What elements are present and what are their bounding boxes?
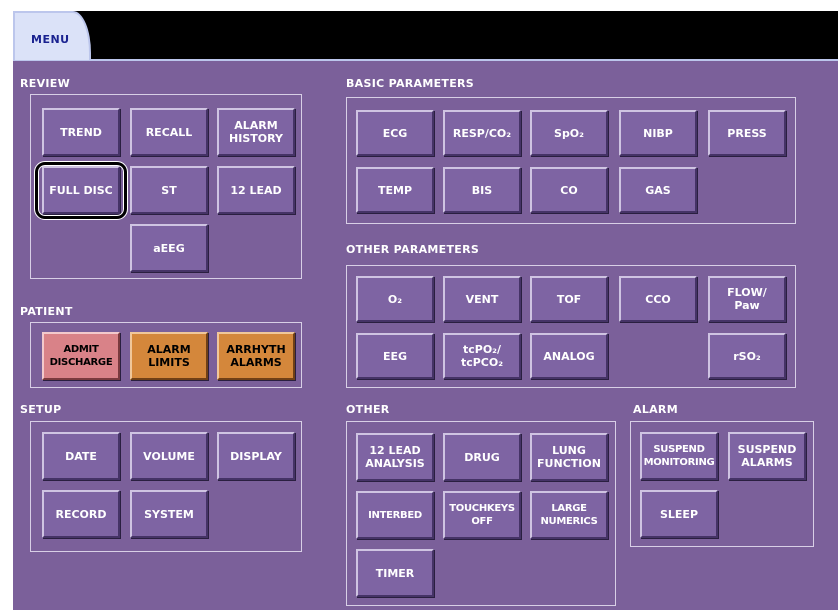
record-button[interactable]: RECORD	[42, 490, 120, 538]
bis-button[interactable]: BIS	[443, 167, 521, 213]
eeg-button[interactable]: EEG	[356, 333, 434, 379]
tcpo2-tcpco2-button[interactable]: tcPO₂/ tcPCO₂	[443, 333, 521, 379]
interbed-button[interactable]: INTERBED	[356, 491, 434, 539]
review-section-title: REVIEW	[20, 77, 71, 90]
cco-button[interactable]: CCO	[619, 276, 697, 322]
tof-button[interactable]: TOF	[530, 276, 608, 322]
alarm-history-button[interactable]: ALARM HISTORY	[217, 108, 295, 156]
other-section-title: OTHER	[346, 403, 390, 416]
volume-button[interactable]: VOLUME	[130, 432, 208, 480]
suspend-monitoring-button[interactable]: SUSPEND MONITORING	[640, 432, 718, 480]
drug-button[interactable]: DRUG	[443, 433, 521, 481]
patient-section-title: PATIENT	[20, 305, 73, 318]
press-button[interactable]: PRESS	[708, 110, 786, 156]
alarm-limits-button[interactable]: ALARM LIMITS	[130, 332, 208, 380]
arrhyth-alarms-button[interactable]: ARRHYTH ALARMS	[217, 332, 295, 380]
top-bar	[13, 11, 838, 59]
alarm-section-title: ALARM	[633, 403, 678, 416]
setup-section-title: SETUP	[20, 403, 62, 416]
temp-button[interactable]: TEMP	[356, 167, 434, 213]
tab-menu[interactable]: MENU	[13, 11, 91, 60]
vent-button[interactable]: VENT	[443, 276, 521, 322]
large-numerics-button[interactable]: LARGE NUMERICS	[530, 491, 608, 539]
timer-button[interactable]: TIMER	[356, 549, 434, 597]
twelve-lead-button[interactable]: 12 LEAD	[217, 166, 295, 214]
admit-discharge-button[interactable]: ADMIT DISCHARGE	[42, 332, 120, 380]
gas-button[interactable]: GAS	[619, 167, 697, 213]
basic-parameters-section-title: BASIC PARAMETERS	[346, 77, 475, 90]
sleep-button[interactable]: SLEEP	[640, 490, 718, 538]
touchkeys-off-button[interactable]: TOUCHKEYS OFF	[443, 491, 521, 539]
other-parameters-section-title: OTHER PARAMETERS	[346, 243, 480, 256]
o2-button[interactable]: O₂	[356, 276, 434, 322]
selection-highlight	[34, 161, 128, 220]
spo2-button[interactable]: SpO₂	[530, 110, 608, 156]
aeeg-button[interactable]: aEEG	[130, 224, 208, 272]
analog-button[interactable]: ANALOG	[530, 333, 608, 379]
rso2-button[interactable]: rSO₂	[708, 333, 786, 379]
twelve-lead-analysis-button[interactable]: 12 LEAD ANALYSIS	[356, 433, 434, 481]
trend-button[interactable]: TREND	[42, 108, 120, 156]
display-button[interactable]: DISPLAY	[217, 432, 295, 480]
monitor-screen: MENU REVIEW TREND RECALL ALARM HISTORY F…	[0, 0, 838, 610]
ecg-button[interactable]: ECG	[356, 110, 434, 156]
system-button[interactable]: SYSTEM	[130, 490, 208, 538]
recall-button[interactable]: RECALL	[130, 108, 208, 156]
date-button[interactable]: DATE	[42, 432, 120, 480]
co-button[interactable]: CO	[530, 167, 608, 213]
flow-paw-button[interactable]: FLOW/ Paw	[708, 276, 786, 322]
lung-function-button[interactable]: LUNG FUNCTION	[530, 433, 608, 481]
suspend-alarms-button[interactable]: SUSPEND ALARMS	[728, 432, 806, 480]
resp-co2-button[interactable]: RESP/CO₂	[443, 110, 521, 156]
st-button[interactable]: ST	[130, 166, 208, 214]
nibp-button[interactable]: NIBP	[619, 110, 697, 156]
